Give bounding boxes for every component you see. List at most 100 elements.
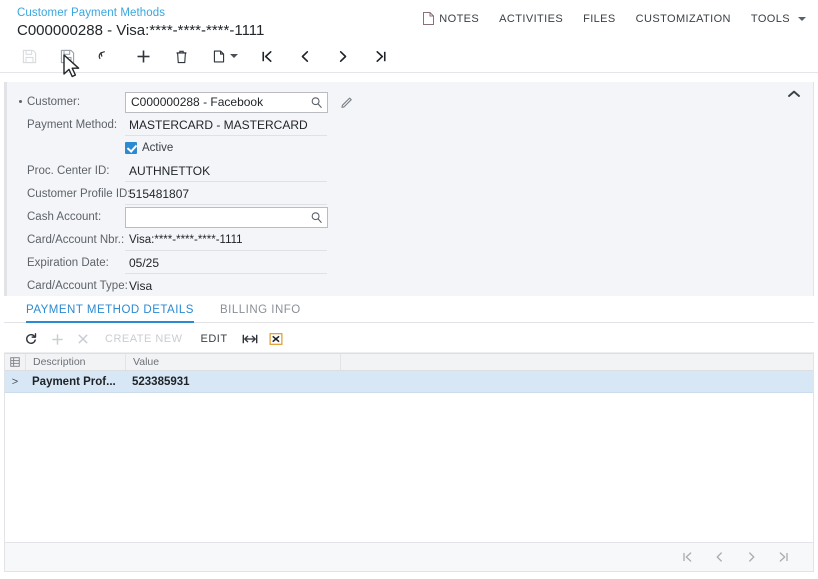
details-grid: Description Value > Payment Prof... 5233…	[4, 353, 814, 542]
field-active: Active	[5, 137, 173, 159]
customer-profile-id-value: 515481807	[129, 186, 190, 201]
card-account-type-value: Visa	[129, 279, 153, 293]
summary-form-panel: Customer: C000000288 - Facebook Payment …	[4, 82, 814, 308]
page-header: Customer Payment Methods C000000288 - Vi…	[0, 0, 818, 40]
grid-remove-row-button	[70, 328, 96, 350]
chevron-down-icon	[798, 16, 806, 21]
breadcrumb[interactable]: Customer Payment Methods	[17, 6, 264, 20]
edit-customer-button[interactable]	[338, 93, 356, 111]
grid-edit-button[interactable]: EDIT	[192, 328, 237, 350]
search-icon[interactable]	[310, 96, 323, 109]
row-expand-indicator[interactable]: >	[5, 376, 25, 388]
note-page-icon	[423, 12, 435, 25]
tab-billing-info-label: BILLING INFO	[219, 304, 301, 316]
grid-column-header-value[interactable]: Value	[126, 354, 341, 370]
card-account-nbr-value-wrap: Visa:****-****-****-1111	[125, 230, 327, 251]
add-button[interactable]	[128, 43, 158, 69]
field-expiration-date-label: Expiration Date:	[27, 257, 109, 269]
save-button	[14, 43, 44, 69]
grid-fit-columns-button[interactable]	[237, 328, 263, 350]
header-action-tools[interactable]: TOOLS	[751, 13, 806, 25]
delete-button[interactable]	[166, 43, 196, 69]
field-card-account-type-label: Card/Account Type:	[27, 280, 128, 292]
grid-add-row-button	[44, 328, 70, 350]
grid-refresh-button[interactable]	[18, 328, 44, 350]
payment-method-value-wrap: MASTERCARD - MASTERCARD	[125, 115, 327, 136]
title-block: Customer Payment Methods C000000288 - Vi…	[17, 6, 264, 41]
search-icon[interactable]	[310, 211, 323, 224]
previous-page-button[interactable]	[703, 545, 735, 569]
field-customer-profile-id-label: Customer Profile ID:	[27, 188, 131, 200]
customer-input[interactable]: C000000288 - Facebook	[125, 91, 328, 113]
grid-edit-label: EDIT	[200, 333, 228, 345]
undo-button[interactable]	[90, 43, 120, 69]
table-row[interactable]: > Payment Prof... 523385931	[5, 371, 813, 393]
active-checkbox-label: Active	[142, 142, 174, 154]
field-expiration-date: Expiration Date: 05/25	[5, 252, 327, 274]
field-cash-account-label: Cash Account:	[27, 211, 102, 223]
field-customer: Customer: C000000288 - Facebook	[5, 91, 356, 113]
expiration-date-value: 05/25	[129, 255, 160, 270]
tab-payment-method-details[interactable]: PAYMENT METHOD DETAILS	[26, 304, 206, 323]
save-and-close-button[interactable]	[52, 43, 82, 69]
field-card-account-nbr: Card/Account Nbr.: Visa:****-****-****-1…	[5, 229, 327, 251]
field-proc-center-id: Proc. Center ID: AUTHNETTOK	[5, 160, 327, 182]
last-page-button[interactable]	[767, 545, 799, 569]
page-bottom-spacer	[0, 575, 818, 579]
field-card-account-type: Card/Account Type: Visa	[5, 275, 327, 297]
proc-center-id-value: AUTHNETTOK	[129, 163, 211, 178]
tab-strip: PAYMENT METHOD DETAILS BILLING INFO	[4, 296, 814, 323]
header-action-activities-label: ACTIVITIES	[499, 12, 564, 25]
field-customer-profile-id: Customer Profile ID: 515481807	[5, 183, 327, 205]
customer-input-value: C000000288 - Facebook	[131, 95, 264, 109]
header-action-files[interactable]: FILES	[583, 13, 616, 25]
header-action-notes[interactable]: NOTES	[423, 12, 479, 25]
collapse-panel-button[interactable]	[787, 88, 803, 102]
payment-method-value: MASTERCARD - MASTERCARD	[129, 117, 308, 132]
proc-center-id-value-wrap: AUTHNETTOK	[125, 161, 327, 182]
grid-column-header-description[interactable]: Description	[26, 354, 126, 370]
card-account-type-value-wrap: Visa	[125, 276, 327, 297]
field-cash-account: Cash Account:	[5, 206, 328, 228]
cash-account-input[interactable]	[125, 206, 328, 228]
cell-description[interactable]: Payment Prof...	[25, 376, 125, 388]
tab-payment-method-details-label: PAYMENT METHOD DETAILS	[26, 304, 194, 316]
card-account-nbr-value: Visa:****-****-****-1111	[129, 233, 243, 246]
action-toolbar	[0, 40, 818, 73]
cell-value[interactable]: 523385931	[125, 376, 340, 388]
header-action-files-label: FILES	[583, 12, 616, 25]
header-action-notes-label: NOTES	[439, 12, 480, 25]
field-payment-method-label: Payment Method:	[27, 119, 118, 131]
previous-record-button[interactable]	[290, 43, 320, 69]
customer-profile-id-value-wrap: 515481807	[125, 184, 327, 205]
field-payment-method: Payment Method: MASTERCARD - MASTERCARD	[5, 114, 327, 136]
header-action-customization-label: CUSTOMIZATION	[635, 12, 731, 25]
field-customer-label: Customer:	[27, 96, 81, 108]
grid-toolbar: CREATE NEW EDIT	[4, 326, 814, 353]
grid-create-new-label: CREATE NEW	[105, 333, 183, 345]
first-record-button[interactable]	[252, 43, 282, 69]
field-proc-center-id-label: Proc. Center ID:	[27, 165, 110, 177]
tab-billing-info[interactable]: BILLING INFO	[220, 304, 313, 322]
header-action-customization[interactable]: CUSTOMIZATION	[636, 13, 731, 25]
clipboard-button[interactable]	[204, 43, 234, 69]
grid-column-config-icon[interactable]	[5, 354, 26, 370]
required-indicator	[19, 100, 22, 103]
grid-pager	[4, 542, 814, 572]
next-page-button[interactable]	[735, 545, 767, 569]
grid-export-excel-button[interactable]	[263, 328, 289, 350]
grid-create-new-button: CREATE NEW	[96, 328, 192, 350]
checkbox-checked-icon	[125, 142, 137, 154]
expiration-date-value-wrap: 05/25	[125, 253, 327, 274]
active-checkbox[interactable]: Active	[125, 142, 173, 154]
field-card-account-nbr-label: Card/Account Nbr.:	[27, 234, 125, 246]
page-title: C000000288 - Visa:****-****-****-1111	[17, 22, 265, 39]
grid-header-row: Description Value	[5, 353, 813, 371]
header-action-activities[interactable]: ACTIVITIES	[499, 13, 563, 25]
next-record-button[interactable]	[328, 43, 358, 69]
header-action-tools-label: TOOLS	[750, 12, 790, 25]
application-window: Customer Payment Methods C000000288 - Vi…	[0, 0, 818, 579]
first-page-button[interactable]	[671, 545, 703, 569]
last-record-button[interactable]	[366, 43, 396, 69]
header-actions: NOTES ACTIVITIES FILES CUSTOMIZATION TOO…	[423, 12, 806, 25]
